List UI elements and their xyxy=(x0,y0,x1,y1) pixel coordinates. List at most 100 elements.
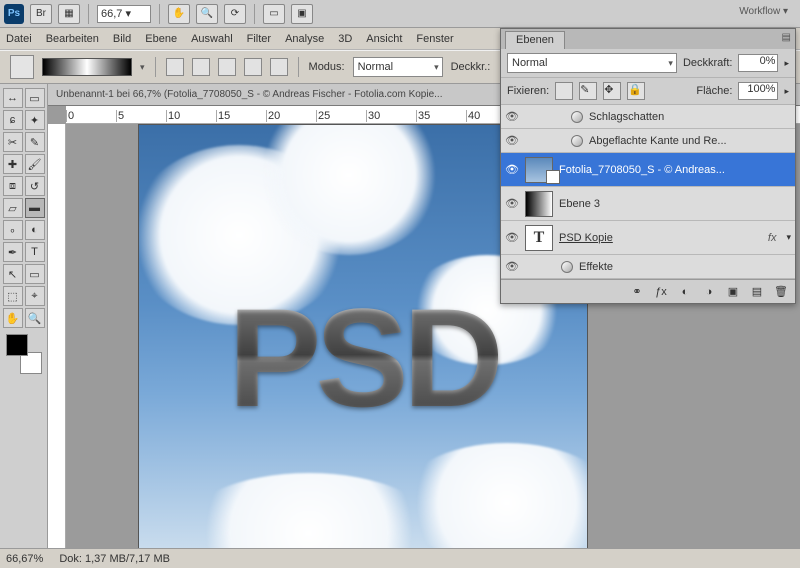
grad-angle-button[interactable] xyxy=(218,58,236,76)
gradient-preview[interactable] xyxy=(42,58,132,76)
stamp-tool[interactable]: ⧈ xyxy=(3,176,23,196)
menu-bild[interactable]: Bild xyxy=(113,33,131,45)
brush-tool[interactable]: 🖌 xyxy=(25,154,45,174)
workspace-switcher[interactable]: Workflow ▾ xyxy=(739,6,788,17)
layers-tab[interactable]: Ebenen xyxy=(505,31,565,49)
gradient-tool[interactable]: ▬ xyxy=(25,198,45,218)
zoom-tool[interactable]: 🔍 xyxy=(25,308,45,328)
bridge-button[interactable]: Br xyxy=(30,4,52,24)
eyedropper-tool[interactable]: ✎ xyxy=(25,132,45,152)
heal-tool[interactable]: ✚ xyxy=(3,154,23,174)
delete-layer-icon[interactable]: 🗑 xyxy=(773,285,789,298)
rotate-icon[interactable]: ⟳ xyxy=(224,4,246,24)
app-toolbar: Ps Br ▦ 66,7 ▾ ✋ 🔍 ⟳ ▭ ▣ Workflow ▾ xyxy=(0,0,800,28)
grad-linear-button[interactable] xyxy=(166,58,184,76)
effect-icon xyxy=(571,135,583,147)
lasso-tool[interactable]: ɕ xyxy=(3,110,23,130)
zoom-icon[interactable]: 🔍 xyxy=(196,4,218,24)
blend-mode-select[interactable]: Normal xyxy=(353,57,443,77)
fill-popup-icon[interactable]: ▸ xyxy=(784,86,789,97)
menu-ebene[interactable]: Ebene xyxy=(145,33,177,45)
3d-tool[interactable]: ⬚ xyxy=(3,286,23,306)
layer-row[interactable]: 👁 T PSD Kopie fx ▾ xyxy=(501,221,795,255)
hand-icon[interactable]: ✋ xyxy=(168,4,190,24)
layer-row[interactable]: 👁 Ebene 3 xyxy=(501,187,795,221)
layer-thumbnail[interactable]: T xyxy=(525,225,553,251)
color-swatches[interactable] xyxy=(4,334,44,374)
status-doksize[interactable]: Dok: 1,37 MB/7,17 MB xyxy=(59,553,170,565)
opacity-label: Deckkr.: xyxy=(451,61,491,73)
menu-fenster[interactable]: Fenster xyxy=(416,33,453,45)
zoom-input[interactable]: 66,7 ▾ xyxy=(97,5,151,23)
visibility-toggle[interactable]: 👁 xyxy=(505,110,519,124)
marquee-tool[interactable]: ▭ xyxy=(25,88,45,108)
layers-list: 👁 Schlagschatten 👁 Abgeflachte Kante und… xyxy=(501,105,795,279)
tool-preset-button[interactable] xyxy=(10,55,34,79)
menu-datei[interactable]: Datei xyxy=(6,33,32,45)
menu-3d[interactable]: 3D xyxy=(338,33,352,45)
new-layer-icon[interactable]: ▤ xyxy=(749,285,765,298)
visibility-toggle[interactable]: 👁 xyxy=(505,197,519,211)
lock-label: Fixieren: xyxy=(507,85,549,97)
layers-panel[interactable]: Ebenen ▤ Normal Deckkraft: 0% ▸ Fixieren… xyxy=(500,28,796,304)
lock-all-button[interactable]: 🔒 xyxy=(627,82,645,100)
visibility-toggle[interactable]: 👁 xyxy=(505,260,519,274)
panel-menu-icon[interactable]: ▤ xyxy=(782,32,791,43)
lock-transparent-button[interactable] xyxy=(555,82,573,100)
grad-radial-button[interactable] xyxy=(192,58,210,76)
path-select-tool[interactable]: ↖ xyxy=(3,264,23,284)
effect-icon xyxy=(571,111,583,123)
layer-effect-row[interactable]: 👁 Schlagschatten xyxy=(501,105,795,129)
3d-camera-tool[interactable]: ⌖ xyxy=(25,286,45,306)
visibility-toggle[interactable]: 👁 xyxy=(505,231,519,245)
status-bar: 66,67% Dok: 1,37 MB/7,17 MB xyxy=(0,548,800,568)
psd-text: PSD xyxy=(228,277,498,439)
menu-auswahl[interactable]: Auswahl xyxy=(191,33,233,45)
arrange-docs-icon[interactable]: ▭ xyxy=(263,4,285,24)
history-brush-tool[interactable]: ↺ xyxy=(25,176,45,196)
screen-mode-icon[interactable]: ▣ xyxy=(291,4,313,24)
layer-style-icon[interactable]: ƒx xyxy=(653,286,669,298)
link-layers-icon[interactable]: ⚭ xyxy=(629,285,645,298)
layer-thumbnail[interactable] xyxy=(525,191,553,217)
layer-thumbnail[interactable] xyxy=(525,157,553,183)
pen-tool[interactable]: ✒ xyxy=(3,242,23,262)
visibility-toggle[interactable]: 👁 xyxy=(505,134,519,148)
shape-tool[interactable]: ▭ xyxy=(25,264,45,284)
menu-ansicht[interactable]: Ansicht xyxy=(366,33,402,45)
lock-pixels-button[interactable]: ✎ xyxy=(579,82,597,100)
grad-reflected-button[interactable] xyxy=(244,58,262,76)
layer-effect-row[interactable]: 👁 Abgeflachte Kante und Re... xyxy=(501,129,795,153)
lock-position-button[interactable]: ✥ xyxy=(603,82,621,100)
visibility-toggle[interactable]: 👁 xyxy=(505,163,519,177)
blur-tool[interactable]: ∘ xyxy=(3,220,23,240)
fill-input[interactable]: 100% xyxy=(738,82,778,100)
effects-icon xyxy=(561,261,573,273)
wand-tool[interactable]: ✦ xyxy=(25,110,45,130)
layer-effects-group[interactable]: 👁 Effekte xyxy=(501,255,795,279)
new-group-icon[interactable]: ▣ xyxy=(725,285,741,298)
crop-tool[interactable]: ✂ xyxy=(3,132,23,152)
toolbox: ↔ ▭ ɕ ✦ ✂ ✎ ✚ 🖌 ⧈ ↺ ▱ ▬ ∘ ◐ ✒ T ↖ ▭ ⬚ ⌖ … xyxy=(0,84,48,548)
dodge-tool[interactable]: ◐ xyxy=(25,220,45,240)
fx-badge[interactable]: fx xyxy=(768,232,777,244)
menu-analyse[interactable]: Analyse xyxy=(285,33,324,45)
layer-row[interactable]: 👁 Fotolia_7708050_S - © Andreas... xyxy=(501,153,795,187)
type-tool[interactable]: T xyxy=(25,242,45,262)
foreground-color[interactable] xyxy=(6,334,28,356)
layer-opacity-input[interactable]: 0% xyxy=(738,54,778,72)
filmstrip-icon[interactable]: ▦ xyxy=(58,4,80,24)
grad-diamond-button[interactable] xyxy=(270,58,288,76)
vertical-ruler xyxy=(48,124,66,548)
opacity-popup-icon[interactable]: ▸ xyxy=(784,58,789,69)
menu-filter[interactable]: Filter xyxy=(247,33,271,45)
app-icon[interactable]: Ps xyxy=(4,4,24,24)
hand-tool[interactable]: ✋ xyxy=(3,308,23,328)
eraser-tool[interactable]: ▱ xyxy=(3,198,23,218)
adjustment-layer-icon[interactable]: ◑ xyxy=(701,286,717,298)
status-zoom[interactable]: 66,67% xyxy=(6,553,43,565)
menu-bearbeiten[interactable]: Bearbeiten xyxy=(46,33,99,45)
move-tool[interactable]: ↔ xyxy=(3,88,23,108)
layer-mask-icon[interactable]: ◐ xyxy=(677,286,693,298)
layer-blend-mode-select[interactable]: Normal xyxy=(507,53,677,73)
